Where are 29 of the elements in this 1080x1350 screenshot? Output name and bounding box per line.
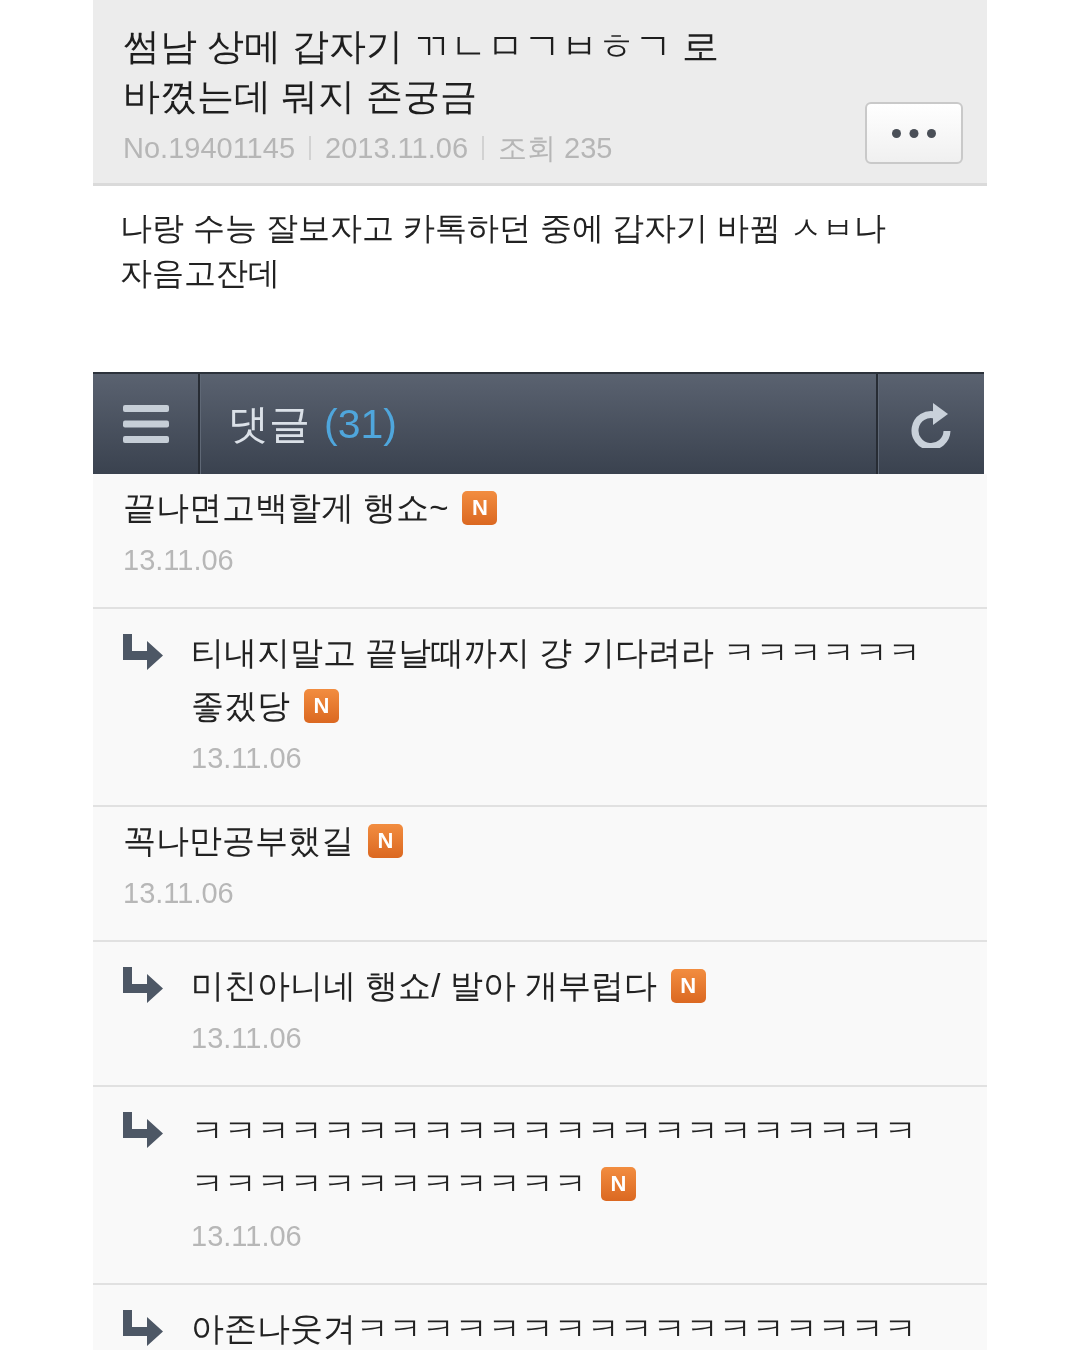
comment-count: (31)	[324, 400, 397, 448]
new-badge: N	[670, 969, 706, 1003]
comment-text: ㅋㅋㅋㅋㅋㅋㅋㅋㅋㅋㅋㅋ	[191, 1165, 587, 1202]
new-badge: N	[304, 689, 339, 723]
new-badge: N	[462, 491, 498, 525]
post-title: 썸남 상메 갑자기 ㄲㄴㅁㄱㅂㅎㄱ 로 바꼈는데 뭐지 존궁금	[123, 25, 721, 119]
comment-text: 좋겠당	[191, 687, 290, 724]
more-icon	[892, 128, 936, 138]
comment-text: 끝나면고백할게 행쇼~	[123, 489, 449, 526]
reply-arrow-icon	[123, 1112, 163, 1148]
new-badge: N	[368, 824, 403, 858]
comment-text: 아존나웃겨ㅋㅋㅋㅋㅋㅋㅋㅋㅋㅋㅋㅋㅋㅋㅋㅋㅋ	[191, 1310, 917, 1347]
comment-text: 티내지말고 끝날때까지 걍 기다려라 ㅋㅋㅋㅋㅋㅋ	[191, 634, 921, 671]
comment-text: ㅋㅋㅋㅋㅋㅋㅋㅋㅋㅋㅋㅋㅋㅋㅋㅋㅋㅋㅋㅋㅋㅋ	[191, 1112, 917, 1149]
comment-date: 13.11.06	[191, 1021, 303, 1056]
new-badge: N	[601, 1167, 636, 1201]
comment-text: 꼭나만공부했길	[123, 822, 354, 859]
comment-date: 13.11.06	[123, 876, 235, 911]
menu-icon	[122, 405, 169, 443]
more-button[interactable]	[865, 102, 963, 164]
comment-date: 13.11.06	[191, 1219, 303, 1254]
reply-arrow-icon	[123, 1310, 163, 1346]
reply-arrow-icon	[123, 967, 163, 1003]
comment-date: 13.11.06	[123, 543, 235, 578]
comments-title: 댓글	[228, 399, 310, 449]
reply-arrow-icon	[123, 634, 163, 670]
post-body: 나랑 수능 잘보자고 카톡하던 중에 갑자기 바뀜 ㅅㅂ나자음고잔데	[120, 209, 888, 293]
comment-date: 13.11.06	[191, 741, 303, 776]
comment-text: 미친아니네 행쇼/ 발아 개부럽다	[191, 967, 657, 1004]
